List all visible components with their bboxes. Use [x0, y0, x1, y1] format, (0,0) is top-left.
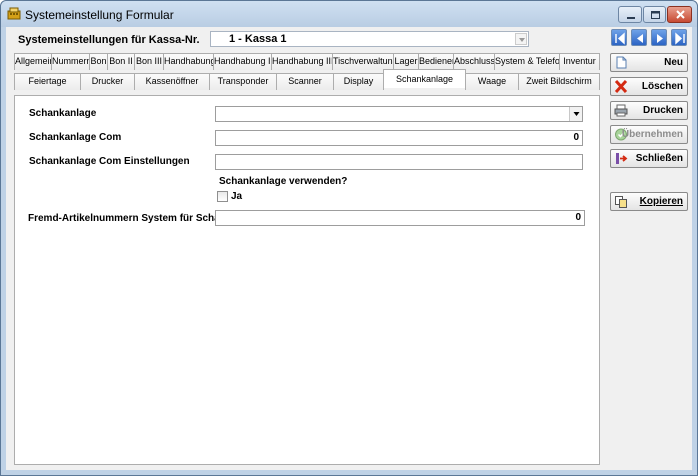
tab-drucker[interactable]: Drucker [80, 73, 135, 90]
tab-zweit-bildschirm[interactable]: Zweit Bildschirm [518, 73, 600, 90]
com-settings-input[interactable] [215, 154, 583, 170]
tab-schankanlage[interactable]: Schankanlage [383, 69, 466, 88]
next-record-button[interactable] [651, 29, 667, 46]
tab-system-telefon[interactable]: System & Telefon [494, 53, 560, 70]
minimize-button[interactable] [618, 6, 642, 23]
form-client-area: Systemeinstellungen für Kassa-Nr. 1 - Ka… [6, 27, 692, 470]
last-icon [675, 32, 685, 45]
tab-handhabung-ii[interactable]: Handhabung II [213, 53, 272, 70]
tab-row-1: Allgemein Nummern Bon Bon II Bon III Han… [14, 53, 600, 70]
maximize-button[interactable] [643, 6, 666, 23]
schankanlage-select[interactable] [215, 106, 583, 122]
use-question-label: Schankanlage verwenden? [219, 176, 348, 187]
restore-icon [651, 11, 660, 19]
title-bar[interactable]: Systemeinstellung Formular [1, 1, 697, 27]
close-icon [676, 10, 685, 19]
tab-waage[interactable]: Waage [465, 73, 519, 90]
tab-bon-iii[interactable]: Bon III [134, 53, 164, 70]
tab-row-2: Feiertage Drucker Kassenöffner Transpond… [14, 69, 600, 90]
printer-icon [614, 104, 628, 117]
tab-display[interactable]: Display [333, 73, 384, 90]
tab-handhabung-iii[interactable]: Handhabung III [271, 53, 333, 70]
first-record-button[interactable] [611, 29, 627, 46]
chevron-down-icon[interactable] [569, 107, 582, 121]
tab-handhabung[interactable]: Handhabung [163, 53, 214, 70]
schankanlage-label: Schankanlage [29, 108, 97, 119]
schankanlage-panel: Schankanlage Schankanlage Com 0 Schankan… [14, 95, 600, 465]
com-input[interactable]: 0 [215, 130, 583, 146]
tab-feiertage[interactable]: Feiertage [14, 73, 81, 90]
tab-transponder[interactable]: Transponder [209, 73, 277, 90]
close-label: Schließen [635, 153, 683, 164]
tab-bon[interactable]: Bon [89, 53, 108, 70]
last-record-button[interactable] [671, 29, 687, 46]
tab-kassenoeffner[interactable]: Kassenöffner [134, 73, 210, 90]
tab-scanner[interactable]: Scanner [276, 73, 334, 90]
next-icon [657, 34, 663, 43]
tab-inventur[interactable]: Inventur [559, 53, 600, 70]
tab-abschluss[interactable]: Abschluss [453, 53, 495, 70]
print-button[interactable]: Drucken [610, 101, 688, 120]
kassa-value: 1 - Kassa 1 [229, 33, 287, 45]
use-checkbox-label: Ja [231, 191, 243, 202]
fremd-label: Fremd-Artikelnummern System für Schank [28, 213, 232, 224]
minimize-icon [627, 17, 635, 19]
com-settings-label: Schankanlage Com Einstellungen [29, 156, 190, 167]
new-document-icon [616, 56, 627, 69]
kassa-select[interactable]: 1 - Kassa 1 [210, 31, 529, 47]
apply-label: Übernehmen [621, 129, 683, 140]
settings-tabs: Allgemein Nummern Bon Bon II Bon III Han… [14, 53, 600, 465]
com-value: 0 [573, 132, 579, 143]
tab-tischverwaltung[interactable]: Tischverwaltung [332, 53, 394, 70]
new-button[interactable]: Neu [610, 53, 688, 72]
delete-button[interactable]: Löschen [610, 77, 688, 96]
com-label: Schankanlage Com [29, 132, 122, 143]
window-title: Systemeinstellung Formular [25, 8, 174, 22]
new-label: Neu [664, 57, 683, 68]
previous-record-button[interactable] [631, 29, 647, 46]
copy-icon [615, 196, 627, 208]
tab-bon-ii[interactable]: Bon II [107, 53, 135, 70]
app-window: Systemeinstellung Formular Systemeinstel… [0, 0, 698, 476]
first-icon [615, 32, 625, 45]
close-button[interactable]: Schließen [610, 149, 688, 168]
tab-nummern[interactable]: Nummern [51, 53, 90, 70]
fremd-input[interactable]: 0 [215, 210, 585, 226]
kassa-label: Systemeinstellungen für Kassa-Nr. [18, 34, 200, 46]
apply-button[interactable]: Übernehmen [610, 125, 688, 144]
app-icon [7, 7, 21, 20]
tab-allgemein[interactable]: Allgemein [14, 53, 52, 70]
close-window-button[interactable] [667, 6, 692, 23]
previous-icon [637, 34, 643, 43]
copy-label: Kopieren [639, 196, 683, 207]
print-label: Drucken [642, 105, 683, 116]
tab-lager[interactable]: Lager [393, 53, 419, 70]
exit-door-icon [616, 153, 628, 164]
chevron-down-icon[interactable] [515, 33, 527, 45]
use-checkbox[interactable] [217, 191, 228, 202]
copy-button[interactable]: Kopieren [610, 192, 688, 211]
tab-bediener[interactable]: Bediener [418, 53, 454, 70]
delete-label: Löschen [641, 81, 683, 92]
fremd-value: 0 [575, 212, 581, 223]
delete-icon [614, 80, 628, 93]
